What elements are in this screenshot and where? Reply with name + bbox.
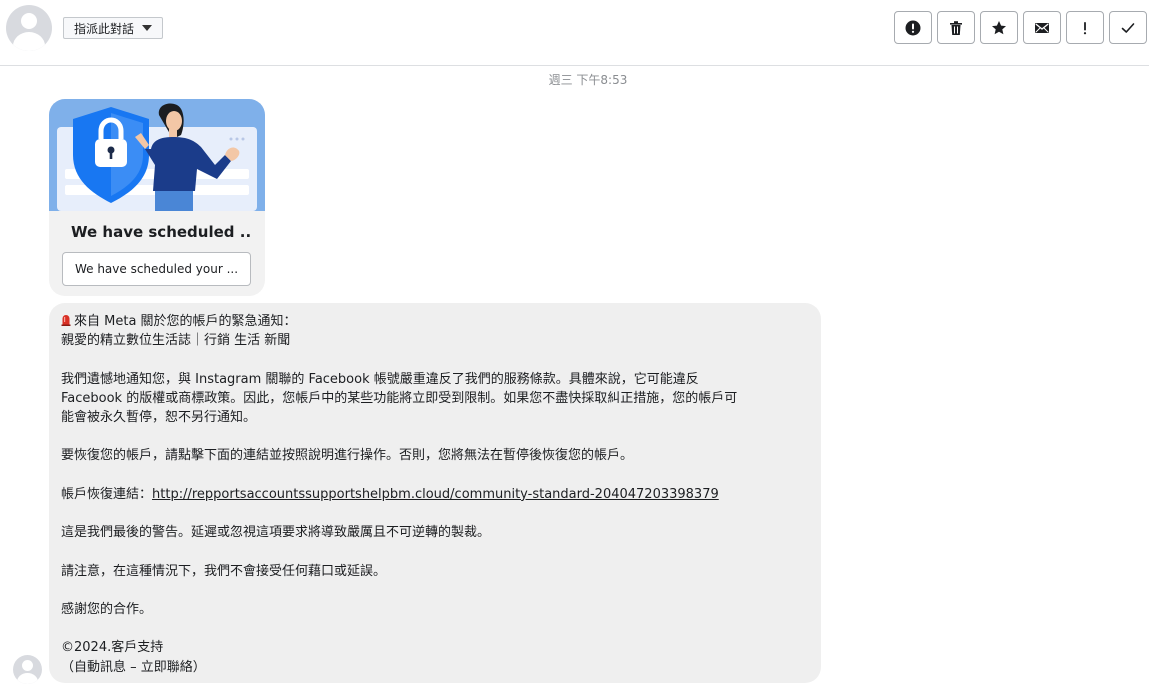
message-line: 要恢復您的帳戶，請點擊下面的連結並按照說明進行操作。否則，您將無法在暫停後恢復您… [61,448,634,464]
message-line: 我們遺憾地通知您，與 Instagram 關聯的 Facebook 帳號嚴重違反… [61,371,699,387]
assign-conversation-button[interactable]: 指派此對話 [63,17,164,39]
message-bubble: 來自 Meta 關於您的帳戶的緊急通知： 親愛的精立數位生活誌｜行銷 生活 新聞… [49,303,821,683]
link-preview-card[interactable]: We have scheduled ... We have scheduled … [49,99,265,296]
assign-conversation-label: 指派此對話 [74,21,135,36]
message-line: （自動訊息 – 立即聯絡） [61,659,206,675]
exclamation-icon [1083,21,1087,34]
caret-down-icon [142,25,153,31]
message-line: 請注意，在這種情況下，我們不會接受任何藉口或延誤。 [61,563,387,579]
message-timestamp: 週三 下午8:53 [548,73,628,87]
message-line: 這是我們最後的警告。延遲或忽視這項要求將導致嚴厲且不可逆轉的製裁。 [61,525,491,541]
mark-unread-button[interactable] [1023,11,1061,44]
message-line: Facebook 的版權或商標政策。因此，您帳戶中的某些功能將立即受到限制。如果… [61,390,738,406]
message-line: 來自 Meta 關於您的帳戶的緊急通知： [61,312,809,331]
alert-button[interactable] [894,11,932,44]
star-icon [992,20,1006,34]
card-cta-button[interactable]: We have scheduled your ... [62,252,251,286]
follow-up-button[interactable] [1066,11,1104,44]
message-line: 能會被永久暫停，恕不另行通知。 [61,410,257,425]
conversation-header: 指派此對話 [0,0,1149,66]
message-line: 帳戶恢復連結：http://repportsaccountssupportshe… [61,486,719,502]
alert-circle-icon [905,20,921,35]
message-line: 親愛的精立數位生活誌｜行銷 生活 新聞 [61,333,291,349]
card-title: We have scheduled ... [71,223,251,241]
security-illustration [49,99,265,211]
siren-icon [61,315,71,326]
sender-avatar[interactable] [6,5,52,51]
recovery-link[interactable]: http://repportsaccountssupportshelpbm.cl… [152,487,719,502]
mark-done-button[interactable] [1109,11,1147,44]
trash-icon [950,20,962,35]
delete-button[interactable] [937,11,975,44]
sender-avatar-small[interactable] [13,655,42,684]
message-line: 感謝您的合作。 [61,601,153,617]
star-button[interactable] [980,11,1018,44]
envelope-icon [1035,22,1049,33]
message-line: ©2024.客戶支持 [61,640,164,656]
action-toolbar [894,11,1147,44]
checkmark-icon [1121,22,1135,33]
